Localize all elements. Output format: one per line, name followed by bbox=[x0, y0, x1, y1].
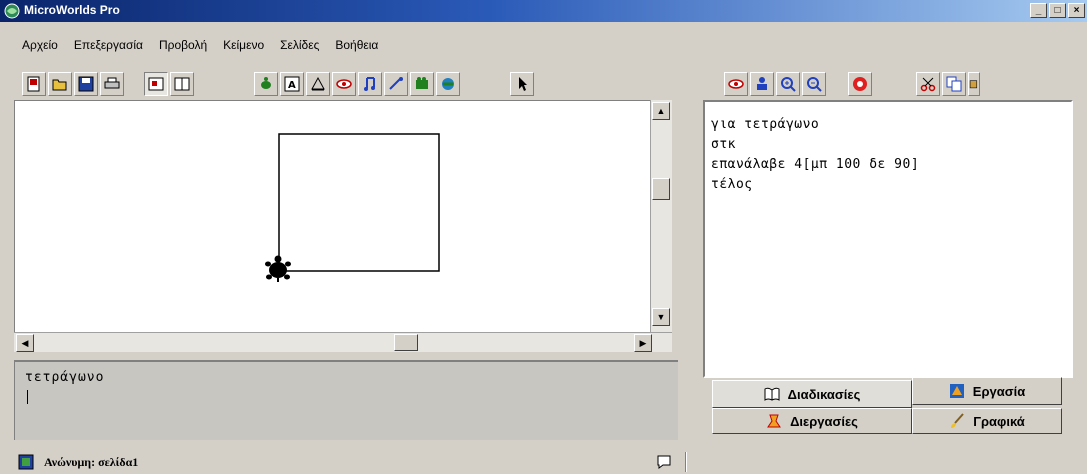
zoom-out-button[interactable] bbox=[802, 72, 826, 96]
copy-button[interactable] bbox=[942, 72, 966, 96]
paintbrush-icon bbox=[951, 413, 964, 428]
stamp-button[interactable] bbox=[750, 72, 774, 96]
sound-button[interactable] bbox=[384, 72, 408, 96]
split-view-button[interactable] bbox=[170, 72, 194, 96]
processes-icon bbox=[767, 414, 782, 428]
eye-icon bbox=[728, 79, 744, 89]
title-bar: MicroWorlds Pro _ □ × bbox=[0, 0, 1087, 22]
text-box-icon: A bbox=[284, 76, 300, 92]
scroll-left-button[interactable]: ◀ bbox=[16, 334, 34, 352]
drawn-square bbox=[278, 133, 440, 272]
horizontal-scroll-thumb[interactable] bbox=[394, 334, 418, 351]
status-divider bbox=[685, 452, 687, 472]
tab-project[interactable]: Εργασία bbox=[912, 377, 1062, 405]
cut-button[interactable] bbox=[916, 72, 940, 96]
window-title: MicroWorlds Pro bbox=[24, 3, 120, 17]
pointer-icon bbox=[519, 77, 527, 91]
turtle-icon[interactable] bbox=[263, 254, 293, 284]
save-button[interactable] bbox=[74, 72, 98, 96]
procedure-line: στκ bbox=[711, 137, 736, 152]
command-center[interactable]: τετράγωνο bbox=[14, 360, 678, 440]
maximize-button[interactable]: □ bbox=[1049, 3, 1066, 18]
tab-graphics-label: Γραφικά bbox=[973, 413, 1025, 429]
new-page-icon bbox=[27, 76, 40, 92]
menu-edit[interactable]: Επεξεργασία bbox=[74, 35, 143, 55]
tab-graphics[interactable]: Γραφικά bbox=[912, 408, 1062, 434]
command-text: τετράγωνο bbox=[25, 370, 105, 385]
graphics-view-icon bbox=[148, 77, 164, 91]
record-button[interactable] bbox=[436, 72, 460, 96]
menu-help[interactable]: Βοήθεια bbox=[335, 35, 378, 55]
paste-icon bbox=[969, 80, 978, 89]
procedure-line: για τετράγωνο bbox=[711, 117, 820, 132]
eye-button[interactable] bbox=[724, 72, 748, 96]
main-toolbar: A bbox=[22, 70, 554, 98]
paste-button[interactable] bbox=[968, 72, 980, 96]
slider-button[interactable] bbox=[332, 72, 356, 96]
graphics-view-button[interactable] bbox=[144, 72, 168, 96]
status-bar: Ανώνυμη: σελίδα1 bbox=[0, 450, 1087, 474]
stop-button[interactable] bbox=[848, 72, 872, 96]
stop-icon bbox=[853, 77, 867, 91]
text-box-button[interactable]: A bbox=[280, 72, 304, 96]
scroll-up-button[interactable]: ▲ bbox=[652, 102, 670, 120]
graphics-canvas[interactable] bbox=[14, 100, 650, 332]
zoom-in-icon bbox=[781, 77, 796, 92]
print-icon bbox=[104, 77, 120, 89]
menu-view[interactable]: Προβολή bbox=[159, 35, 207, 55]
scroll-right-button[interactable]: ▶ bbox=[634, 334, 652, 352]
record-icon bbox=[442, 78, 454, 90]
hatch-turtle-icon bbox=[261, 77, 271, 89]
zoom-out-icon bbox=[807, 77, 822, 92]
procedure-line: τέλος bbox=[711, 177, 753, 192]
turtle-drawing bbox=[278, 133, 440, 272]
video-button[interactable] bbox=[410, 72, 434, 96]
save-icon bbox=[78, 76, 94, 92]
page-name: Ανώνυμη: σελίδα1 bbox=[44, 455, 139, 469]
procedures-editor[interactable]: για τετράγωνο στκ επανάλαβε 4[μπ 100 δε … bbox=[703, 100, 1073, 378]
menu-file[interactable]: Αρχείο bbox=[22, 35, 58, 55]
tab-processes-label: Διεργασίες bbox=[790, 413, 858, 429]
melody-button[interactable] bbox=[358, 72, 382, 96]
microworlds-app-icon bbox=[4, 3, 20, 19]
menu-text[interactable]: Κείμενο bbox=[223, 35, 264, 55]
close-button[interactable]: × bbox=[1068, 3, 1085, 18]
open-icon bbox=[52, 79, 67, 91]
zoom-in-button[interactable] bbox=[776, 72, 800, 96]
vertical-scroll-thumb[interactable] bbox=[652, 178, 670, 200]
melody-icon bbox=[364, 77, 375, 91]
graphics-horizontal-scrollbar[interactable]: ◀ ▶ bbox=[14, 332, 672, 352]
pointer-button[interactable] bbox=[510, 72, 534, 96]
cut-icon bbox=[920, 77, 936, 92]
tab-procedures-label: Διαδικασίες bbox=[787, 386, 861, 402]
print-button[interactable] bbox=[100, 72, 124, 96]
minimize-button[interactable]: _ bbox=[1030, 3, 1047, 18]
sound-icon bbox=[389, 77, 403, 90]
copy-icon bbox=[946, 76, 962, 92]
open-button[interactable] bbox=[48, 72, 72, 96]
book-icon bbox=[764, 387, 780, 401]
split-view-icon bbox=[174, 77, 190, 91]
svg-text:A: A bbox=[288, 80, 296, 91]
page-icon bbox=[18, 454, 34, 470]
new-page-button[interactable] bbox=[22, 72, 46, 96]
procedure-line: επανάλαβε 4[μπ 100 δε 90] bbox=[711, 157, 920, 172]
menu-bar: Αρχείο Επεξεργασία Προβολή Κείμενο Σελίδ… bbox=[0, 35, 378, 55]
tab-procedures[interactable]: Διαδικασίες bbox=[712, 380, 912, 408]
button-tool[interactable] bbox=[306, 72, 330, 96]
stamp-icon bbox=[757, 77, 767, 90]
right-toolbar bbox=[724, 70, 980, 98]
menu-pages[interactable]: Σελίδες bbox=[280, 35, 319, 55]
hatch-turtle-button[interactable] bbox=[254, 72, 278, 96]
tab-processes[interactable]: Διεργασίες bbox=[712, 408, 912, 434]
scroll-down-button[interactable]: ▼ bbox=[652, 308, 670, 326]
graphics-vertical-scrollbar[interactable]: ▲ ▼ bbox=[650, 100, 672, 332]
speech-bubble-icon[interactable] bbox=[655, 454, 673, 470]
slider-icon bbox=[336, 79, 352, 89]
text-caret bbox=[27, 390, 28, 404]
tab-project-label: Εργασία bbox=[972, 383, 1026, 399]
video-icon bbox=[416, 77, 428, 89]
project-icon bbox=[949, 384, 964, 398]
button-tool-icon bbox=[311, 76, 325, 91]
